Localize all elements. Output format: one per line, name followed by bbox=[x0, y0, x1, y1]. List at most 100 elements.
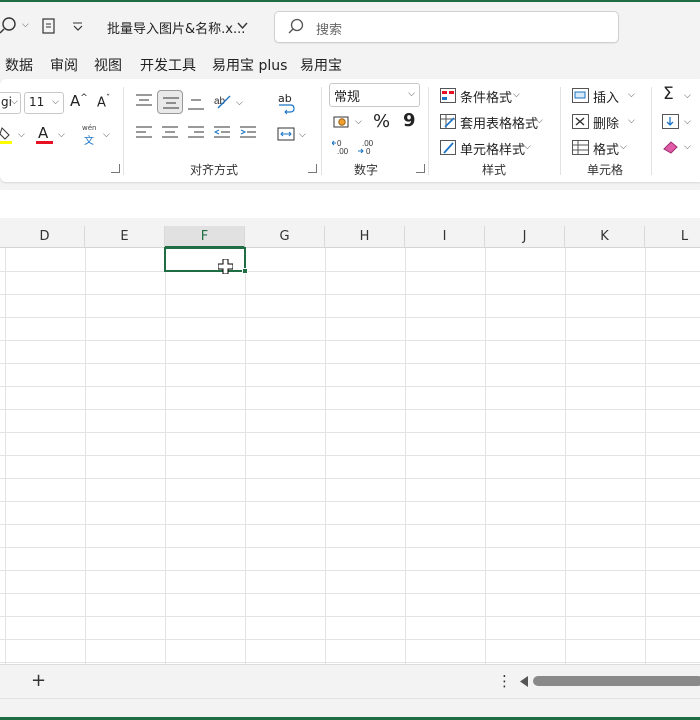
format-as-table-label: 套用表格格式 bbox=[460, 117, 539, 132]
menu-easyuse[interactable]: 易用宝 bbox=[300, 55, 342, 75]
format-label: 格式 bbox=[593, 143, 620, 158]
grid-line bbox=[245, 248, 246, 664]
fill-handle[interactable] bbox=[242, 268, 248, 274]
decrease-decimal-icon[interactable]: .00 0 bbox=[358, 139, 378, 155]
separator bbox=[428, 87, 429, 175]
column-header-k[interactable]: K bbox=[565, 226, 645, 248]
customize-toolbar-icon[interactable] bbox=[72, 22, 84, 32]
cell-styles-icon bbox=[440, 140, 456, 155]
selected-cell-f[interactable] bbox=[164, 247, 246, 272]
column-header-g[interactable]: G bbox=[245, 226, 325, 248]
font-color-chevron-icon[interactable]: ⌵ bbox=[58, 130, 65, 140]
font-size-value: 11 bbox=[29, 95, 45, 109]
alignment-launcher-icon[interactable] bbox=[308, 164, 317, 173]
align-left-icon[interactable] bbox=[136, 126, 152, 140]
format-cells-icon bbox=[572, 140, 589, 155]
increase-indent-icon[interactable] bbox=[240, 126, 256, 140]
search-quick-icon[interactable] bbox=[0, 17, 20, 37]
chevron-down-icon[interactable]: ⌵ bbox=[22, 20, 29, 30]
document-icon[interactable] bbox=[42, 18, 56, 35]
grid-line bbox=[0, 478, 700, 479]
column-header-f[interactable]: F bbox=[165, 226, 245, 248]
align-center-icon[interactable] bbox=[162, 126, 178, 140]
search-box[interactable]: 搜索 bbox=[274, 11, 619, 43]
orientation-chevron-icon[interactable]: ⌵ bbox=[236, 98, 243, 108]
shrink-font-button[interactable]: Aˇ bbox=[97, 94, 110, 110]
document-title[interactable]: 批量导入图片&名称.x... bbox=[107, 18, 245, 37]
fill-down-icon[interactable] bbox=[662, 114, 679, 129]
column-header-e[interactable]: E bbox=[85, 226, 165, 248]
menu-bar: 数据 审阅 视图 开发工具 易用宝 plus 易用宝 bbox=[0, 50, 700, 78]
column-header-i[interactable]: I bbox=[405, 226, 485, 248]
phonetic-button[interactable]: 文 bbox=[84, 132, 94, 147]
grid-line bbox=[485, 248, 486, 664]
insert-label: 插入 bbox=[593, 91, 620, 106]
chevron-down-icon: ⌵ bbox=[524, 142, 531, 152]
orientation-icon[interactable]: ab bbox=[214, 92, 234, 110]
font-size-select[interactable]: 11 ⌵ bbox=[24, 92, 64, 114]
formula-bar[interactable] bbox=[0, 190, 700, 218]
grid-line bbox=[405, 248, 406, 664]
fill-chevron-icon[interactable]: ⌵ bbox=[684, 117, 691, 127]
grow-font-button[interactable]: A^ bbox=[70, 92, 88, 110]
font-color-button[interactable]: A bbox=[38, 124, 48, 142]
search-icon bbox=[288, 18, 304, 34]
column-header-j[interactable]: J bbox=[485, 226, 565, 248]
more-options-icon[interactable]: ⋮ bbox=[497, 672, 512, 690]
menu-developer[interactable]: 开发工具 bbox=[140, 55, 196, 75]
group-label-alignment: 对齐方式 bbox=[190, 163, 239, 177]
font-name-select[interactable]: gi ⌵ bbox=[0, 92, 21, 114]
decrease-indent-icon[interactable] bbox=[214, 126, 230, 140]
column-header-d[interactable]: D bbox=[5, 226, 85, 248]
wrap-text-icon[interactable] bbox=[277, 103, 295, 115]
group-label-number: 数字 bbox=[354, 163, 379, 177]
align-bottom-icon[interactable] bbox=[188, 97, 204, 111]
font-launcher-icon[interactable] bbox=[111, 164, 120, 173]
fill-color-icon[interactable] bbox=[0, 125, 14, 145]
add-sheet-button[interactable]: + bbox=[31, 670, 46, 691]
number-launcher-icon[interactable] bbox=[416, 164, 425, 173]
autosum-chevron-icon[interactable]: ⌵ bbox=[684, 91, 691, 101]
grid-line bbox=[0, 570, 700, 571]
merge-chevron-icon[interactable]: ⌵ bbox=[299, 130, 306, 140]
column-header-row: D E F G H I J K L bbox=[0, 226, 700, 248]
percent-button[interactable]: % bbox=[373, 111, 390, 132]
fill-color-chevron-icon[interactable]: ⌵ bbox=[18, 130, 25, 140]
grow-font-label: A bbox=[70, 92, 81, 110]
grid-line bbox=[165, 248, 166, 664]
menu-view[interactable]: 视图 bbox=[94, 55, 122, 75]
chevron-down-icon: ⌵ bbox=[628, 90, 635, 100]
scroll-left-icon[interactable] bbox=[520, 676, 529, 687]
align-middle-icon bbox=[163, 97, 179, 109]
horizontal-scrollbar-thumb[interactable] bbox=[533, 676, 700, 686]
align-middle-button[interactable] bbox=[157, 90, 183, 114]
worksheet-grid[interactable]: D E F G H I J K L bbox=[0, 226, 700, 664]
column-header-h[interactable]: H bbox=[325, 226, 405, 248]
accounting-chevron-icon[interactable]: ⌵ bbox=[355, 117, 362, 127]
phonetic-chevron-icon[interactable]: ⌵ bbox=[103, 130, 110, 140]
clear-chevron-icon[interactable]: ⌵ bbox=[684, 142, 691, 152]
accounting-format-icon[interactable] bbox=[333, 114, 351, 130]
autosum-button[interactable]: Σ bbox=[663, 84, 674, 104]
cell-cursor-icon bbox=[218, 259, 233, 274]
grid-line bbox=[0, 340, 700, 341]
menu-data[interactable]: 数据 bbox=[5, 55, 33, 75]
number-format-value: 常规 bbox=[334, 90, 361, 105]
group-label-styles: 样式 bbox=[482, 163, 507, 177]
menu-review[interactable]: 审阅 bbox=[50, 55, 78, 75]
grid-line bbox=[0, 524, 700, 525]
number-format-select[interactable]: 常规 ⌵ bbox=[329, 83, 420, 107]
clear-eraser-icon[interactable] bbox=[662, 139, 679, 154]
align-top-icon[interactable] bbox=[136, 94, 152, 108]
comma-button[interactable]: 9 bbox=[403, 110, 416, 131]
increase-decimal-icon[interactable]: 0 .00 bbox=[332, 139, 352, 155]
column-header-l[interactable]: L bbox=[645, 226, 700, 248]
grid-line bbox=[85, 248, 86, 664]
menu-easyuse-plus[interactable]: 易用宝 plus bbox=[212, 55, 287, 75]
grid-line bbox=[0, 455, 700, 456]
align-right-icon[interactable] bbox=[188, 126, 204, 140]
separator bbox=[560, 87, 561, 175]
chevron-down-icon: ⌵ bbox=[536, 116, 543, 126]
merge-center-icon[interactable] bbox=[277, 127, 295, 141]
title-chevron-icon[interactable] bbox=[237, 22, 248, 30]
